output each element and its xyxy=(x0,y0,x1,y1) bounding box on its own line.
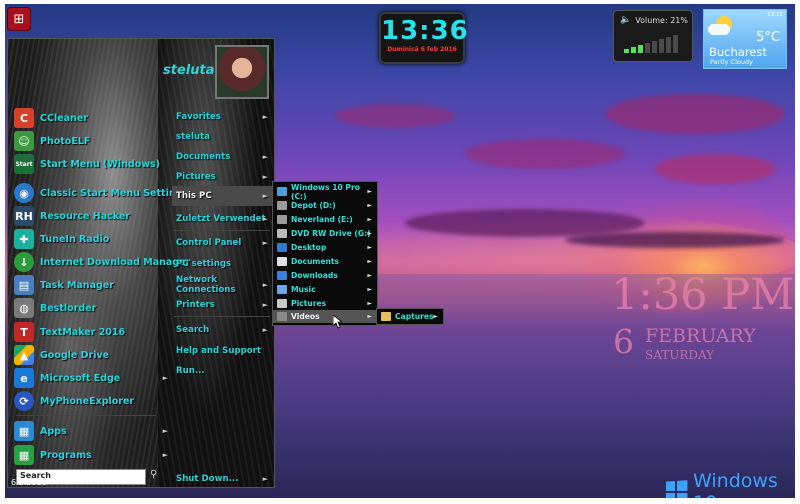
program-google-drive[interactable]: ▲ Google Drive xyxy=(14,344,164,366)
desktop: ⊞ 13:36 Duminică 6 feb 2016 🔈 Volume: 21… xyxy=(5,4,795,498)
weather-condition: Partly Cloudy xyxy=(710,58,753,66)
submenu-pictures[interactable]: Pictures ► xyxy=(273,297,377,310)
taskbar-date: 6.2.2016 xyxy=(11,478,47,487)
windows10-label: Windows 10 xyxy=(693,470,778,498)
programs-icon: ▦ xyxy=(14,445,34,465)
shut-down-button[interactable]: Shut Down... ► xyxy=(172,469,272,489)
videos-icon xyxy=(277,312,287,321)
right-link-pictures[interactable]: Pictures ► xyxy=(172,167,272,187)
start-button[interactable]: ⊞ xyxy=(7,7,31,31)
right-link-documents[interactable]: Documents ► xyxy=(172,147,272,167)
drive-d-icon xyxy=(277,201,287,210)
program-task-manager[interactable]: ▤ Task Manager xyxy=(14,274,164,296)
submenu-documents[interactable]: Documents ► xyxy=(273,255,377,268)
documents-icon xyxy=(277,257,287,266)
program-bestlorder[interactable]: ◍ Bestlorder xyxy=(14,297,164,319)
tunein-icon: ✚ xyxy=(14,229,34,249)
right-link-pc-settings[interactable]: PC settings xyxy=(172,254,272,274)
program-microsoft-edge[interactable]: e Microsoft Edge ► xyxy=(14,367,168,389)
weather-widget[interactable]: 13:32 5°C Bucharest Partly Cloudy xyxy=(703,9,787,69)
submenu-captures[interactable]: Captures ► xyxy=(377,310,443,323)
volume-widget[interactable]: 🔈 Volume: 21% xyxy=(613,10,693,62)
submenu-music[interactable]: Music ► xyxy=(273,283,377,296)
right-link-this-pc[interactable]: This PC ► xyxy=(172,186,272,206)
right-link-network[interactable]: Network Connections ► xyxy=(172,275,272,295)
task-manager-icon: ▤ xyxy=(14,275,34,295)
volume-meter[interactable] xyxy=(624,35,678,53)
bestlorder-icon: ◍ xyxy=(14,298,34,318)
user-name[interactable]: steluta xyxy=(163,63,214,78)
right-link-printers[interactable]: Printers ► xyxy=(172,295,272,315)
program-myphoneexplorer[interactable]: ⟳ MyPhoneExplorer xyxy=(14,390,164,412)
right-link-recent[interactable]: Zuletzt Verwendet ► xyxy=(172,209,272,229)
windows-flag-icon: ⊞ xyxy=(13,11,25,27)
apps-folder[interactable]: ▦ Apps ► xyxy=(14,420,168,442)
weather-temp: 5°C xyxy=(756,30,780,45)
windows-logo-icon xyxy=(665,480,688,498)
downloads-icon xyxy=(277,271,287,280)
start-menu: steluta C CCleaner ☺ PhotoELF Start Start M… xyxy=(7,38,275,488)
clock-widget-time: 13:36 xyxy=(381,16,469,46)
google-drive-icon: ▲ xyxy=(14,345,34,365)
submenu-dvd-drive[interactable]: DVD RW Drive (G:) ► xyxy=(273,227,377,240)
program-classic-start-settings[interactable]: ◉ Classic Start Menu Settings xyxy=(14,182,188,204)
program-start-menu[interactable]: Start Start Menu (Windows) xyxy=(14,153,164,175)
right-link-favorites[interactable]: Favorites ► xyxy=(172,107,272,127)
program-textmaker[interactable]: T TextMaker 2016 xyxy=(14,321,164,343)
clock-widget[interactable]: 13:36 Duminică 6 feb 2016 xyxy=(379,12,469,64)
submenu-desktop[interactable]: Desktop ► xyxy=(273,241,377,254)
desktop-clock-month: FEBRUARY xyxy=(645,325,756,347)
desktop-clock-day: 6 xyxy=(613,322,634,361)
program-idm[interactable]: ↓ Internet Download Manager xyxy=(14,251,190,273)
music-icon xyxy=(277,285,287,294)
myphoneexplorer-icon: ⟳ xyxy=(14,391,34,411)
textmaker-icon: T xyxy=(14,322,34,342)
search-icon[interactable]: ⚲ xyxy=(150,469,157,480)
program-ccleaner[interactable]: C CCleaner xyxy=(14,107,164,129)
programs-folder[interactable]: ▦ Programs ► xyxy=(14,444,168,466)
volume-label: Volume: 21% xyxy=(635,15,688,25)
right-link-user[interactable]: steluta xyxy=(172,127,272,147)
partly-cloudy-icon xyxy=(708,16,734,36)
videos-submenu: Captures ► xyxy=(376,308,444,325)
drive-e-icon xyxy=(277,215,287,224)
weather-city: Bucharest xyxy=(709,45,767,59)
submenu-drive-e[interactable]: Neverland (E:) ► xyxy=(273,213,377,226)
right-link-control-panel[interactable]: Control Panel ► xyxy=(172,233,272,253)
clock-widget-date: Duminică 6 feb 2016 xyxy=(387,46,457,53)
ccleaner-icon: C xyxy=(14,108,34,128)
program-tunein[interactable]: ✚ TuneIn Radio xyxy=(14,228,164,250)
program-resource-hacker[interactable]: RH Resource Hacker xyxy=(14,205,164,227)
submenu-downloads[interactable]: Downloads ► xyxy=(273,269,377,282)
submenu-drive-c[interactable]: Windows 10 Pro (C:) ► xyxy=(273,183,377,201)
apps-icon: ▦ xyxy=(14,421,34,441)
right-link-run[interactable]: Run... xyxy=(172,361,272,381)
photoelf-icon: ☺ xyxy=(14,131,34,151)
pictures-icon xyxy=(277,299,287,308)
this-pc-submenu: Windows 10 Pro (C:) ► Depot (D:) ► Neverla… xyxy=(272,181,378,326)
speaker-icon: 🔈 xyxy=(620,15,632,25)
classic-start-icon: ◉ xyxy=(14,183,34,203)
right-link-help[interactable]: Help and Support xyxy=(172,341,272,361)
program-photoelf[interactable]: ☺ PhotoELF xyxy=(14,130,164,152)
drive-c-icon xyxy=(277,187,287,196)
edge-icon: e xyxy=(14,368,34,388)
resource-hacker-icon: RH xyxy=(14,206,34,226)
windows10-branding: Windows 10 xyxy=(665,470,795,498)
dvd-icon xyxy=(277,229,287,238)
desktop-clock-weekday: SATURDAY xyxy=(645,348,715,362)
idm-icon: ↓ xyxy=(14,252,34,272)
user-avatar[interactable] xyxy=(215,45,269,99)
start-icon: Start xyxy=(14,154,34,174)
weather-time: 13:32 xyxy=(767,12,783,18)
desktop-clock-time: 1:36 PM xyxy=(611,270,795,320)
mouse-cursor-icon xyxy=(333,315,343,329)
submenu-drive-d[interactable]: Depot (D:) ► xyxy=(273,199,377,212)
submenu-videos[interactable]: Videos ► xyxy=(273,310,377,323)
right-link-search[interactable]: Search ► xyxy=(172,320,272,340)
folder-icon xyxy=(381,312,391,321)
desktop-icon xyxy=(277,243,287,252)
